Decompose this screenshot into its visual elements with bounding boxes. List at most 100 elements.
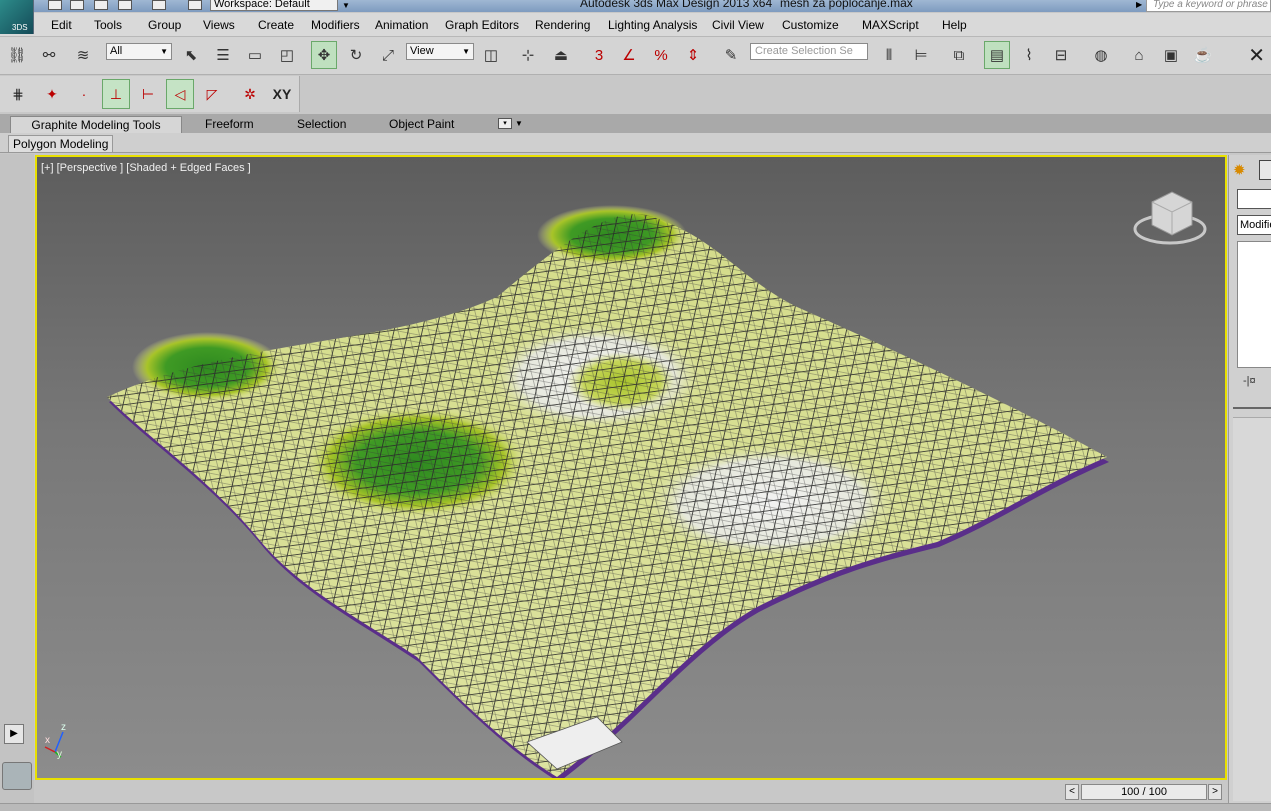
chevron-down-icon[interactable]: ▼	[340, 0, 352, 11]
ribbon-tabs: Graphite Modeling Tools Freeform Selecti…	[0, 114, 1271, 133]
menu-tools[interactable]: Tools	[94, 18, 122, 32]
search-input[interactable]: Type a keyword or phrase	[1146, 0, 1271, 12]
status-bar	[0, 803, 1271, 811]
menu-group[interactable]: Group	[148, 18, 181, 32]
mirror-icon[interactable]: ⫴	[876, 41, 902, 69]
perspective-viewport[interactable]: [+] [Perspective ] [Shaded + Edged Faces…	[35, 155, 1227, 780]
menu-bar: Edit Tools Group Views Create Modifiers …	[0, 13, 1271, 37]
pivot-snap-icon[interactable]: ✦	[38, 79, 66, 109]
save-file-icon[interactable]	[94, 0, 108, 10]
menu-maxscript[interactable]: MAXScript	[862, 18, 919, 32]
logo-text: 3DS	[12, 23, 28, 32]
face-snap-icon[interactable]: ◁	[166, 79, 194, 109]
new-file-icon[interactable]	[48, 0, 62, 10]
prev-frame-button[interactable]: <	[1065, 784, 1079, 800]
snaps-toolbar: ⋕ ✦ · ⊥ ⊢ ◁ ◸ ✲ XY	[0, 76, 300, 112]
tab-graphite-modeling-tools[interactable]: Graphite Modeling Tools	[10, 116, 182, 133]
expand-arrow-icon[interactable]: ▶	[4, 724, 24, 744]
menu-rendering[interactable]: Rendering	[535, 18, 590, 32]
curve-editor-icon[interactable]: ⌇	[1016, 41, 1042, 69]
chevron-down-icon: ▼	[160, 47, 168, 56]
file-name: mesh za poplocanje.max	[780, 0, 913, 10]
layer-manager-icon[interactable]: ⧉	[946, 41, 972, 69]
viewcube[interactable]	[1133, 191, 1207, 245]
viewport-label[interactable]: [+] [Perspective ] [Shaded + Edged Faces…	[41, 162, 251, 174]
reference-coordinate-dropdown[interactable]: View ▼	[406, 43, 474, 60]
selection-filter-dropdown[interactable]: All ▼	[106, 43, 172, 60]
workspace-dropdown[interactable]: Workspace: Default	[210, 0, 338, 11]
manipulate-icon[interactable]: ⊹	[515, 41, 541, 69]
app-title: Autodesk 3ds Max Design 2013 x64	[580, 0, 773, 10]
ribbon-minimize-icon[interactable]: ▾	[498, 118, 512, 129]
edge-snap-icon[interactable]: ⊥	[102, 79, 130, 109]
percent-snap-icon[interactable]: %	[648, 41, 674, 69]
tab-object-paint[interactable]: Object Paint	[381, 116, 462, 133]
select-and-rotate-icon[interactable]: ↻	[343, 41, 369, 69]
title-bar: Workspace: Default ▼ Autodesk 3ds Max De…	[0, 0, 1271, 12]
close-icon[interactable]: ✕	[1248, 43, 1265, 68]
mesh-render	[44, 191, 1207, 778]
redo-icon[interactable]	[152, 0, 166, 10]
menu-create[interactable]: Create	[258, 18, 294, 32]
material-editor-icon[interactable]: ◍	[1088, 41, 1114, 69]
unlink-selection-icon[interactable]: ⚯	[36, 41, 62, 69]
search-expand-icon[interactable]: ▶	[1136, 0, 1142, 9]
grid-points-snap-icon[interactable]: ⋕	[4, 79, 32, 109]
toolbar-empty-area	[300, 76, 1271, 112]
modifier-list-dropdown[interactable]: Modifier List	[1237, 215, 1271, 235]
graphite-toggle-icon[interactable]: ▤	[984, 41, 1010, 69]
pin-stack-icon[interactable]: -|¤	[1243, 375, 1256, 387]
render-teapot-icon[interactable]: ☕	[1190, 41, 1216, 69]
menu-lighting-analysis[interactable]: Lighting Analysis	[608, 18, 697, 32]
pivot-center-icon[interactable]: ◫	[478, 41, 504, 69]
polygon-modeling-panel[interactable]: Polygon Modeling	[8, 135, 114, 152]
select-and-link-icon[interactable]: ⛓	[4, 41, 30, 69]
align-icon[interactable]: ⊨	[908, 41, 934, 69]
schematic-view-icon[interactable]: ⊟	[1048, 41, 1074, 69]
endpoint-snap-icon[interactable]: ⊢	[134, 79, 162, 109]
spinner-snap-icon[interactable]: ⇕	[680, 41, 706, 69]
snap-to-xy-icon[interactable]: XY	[268, 79, 296, 109]
menu-modifiers[interactable]: Modifiers	[311, 18, 360, 32]
next-frame-button[interactable]: >	[1208, 784, 1222, 800]
tab-freeform[interactable]: Freeform	[197, 116, 262, 133]
open-file-icon[interactable]	[70, 0, 84, 10]
left-strip	[0, 154, 34, 804]
axis-x-label: x	[45, 735, 50, 746]
rectangular-selection-icon[interactable]: ▭	[242, 41, 268, 69]
keyboard-shortcut-override-icon[interactable]: ⏏	[548, 41, 574, 69]
menu-animation[interactable]: Animation	[375, 18, 428, 32]
project-folder-icon[interactable]	[188, 0, 202, 10]
menu-help[interactable]: Help	[942, 18, 967, 32]
menu-views[interactable]: Views	[203, 18, 235, 32]
menu-graph-editors[interactable]: Graph Editors	[445, 18, 519, 32]
bind-to-space-warp-icon[interactable]: ≋	[70, 41, 96, 69]
frame-counter[interactable]: 100 / 100	[1081, 784, 1207, 800]
menu-edit[interactable]: Edit	[51, 18, 72, 32]
tab-selection[interactable]: Selection	[289, 116, 354, 133]
select-object-icon[interactable]: ⬉	[178, 41, 204, 69]
edit-named-selection-icon[interactable]: ✎	[718, 41, 744, 69]
modify-panel-tab[interactable]	[1259, 160, 1271, 180]
menu-customize[interactable]: Customize	[782, 18, 839, 32]
named-selection-input[interactable]: Create Selection Se	[750, 43, 868, 60]
select-and-move-icon[interactable]: ✥	[311, 41, 337, 69]
undo-icon[interactable]	[118, 0, 132, 10]
viewport-layout-icon[interactable]	[2, 762, 32, 790]
menu-civil-view[interactable]: Civil View	[712, 18, 764, 32]
center-face-snap-icon[interactable]: ✲	[236, 79, 264, 109]
object-name-field[interactable]	[1237, 189, 1271, 209]
select-and-scale-icon[interactable]: ⤢	[375, 41, 401, 69]
vertex-snap-icon[interactable]: ·	[70, 79, 98, 109]
select-by-name-icon[interactable]: ☰	[210, 41, 236, 69]
render-setup-icon[interactable]: ⌂	[1126, 41, 1152, 69]
rendered-frame-window-icon[interactable]: ▣	[1158, 41, 1184, 69]
create-panel-icon[interactable]: ✹	[1233, 161, 1246, 179]
chevron-down-icon[interactable]: ▼	[515, 119, 523, 128]
application-button[interactable]: 3DS	[0, 0, 34, 34]
modifier-stack[interactable]	[1237, 241, 1271, 368]
angle-snap-icon[interactable]: ∠	[616, 41, 642, 69]
perpendicular-snap-icon[interactable]: ◸	[198, 79, 226, 109]
snaps-toggle-icon[interactable]: 3	[586, 41, 612, 69]
window-crossing-icon[interactable]: ◰	[274, 41, 300, 69]
